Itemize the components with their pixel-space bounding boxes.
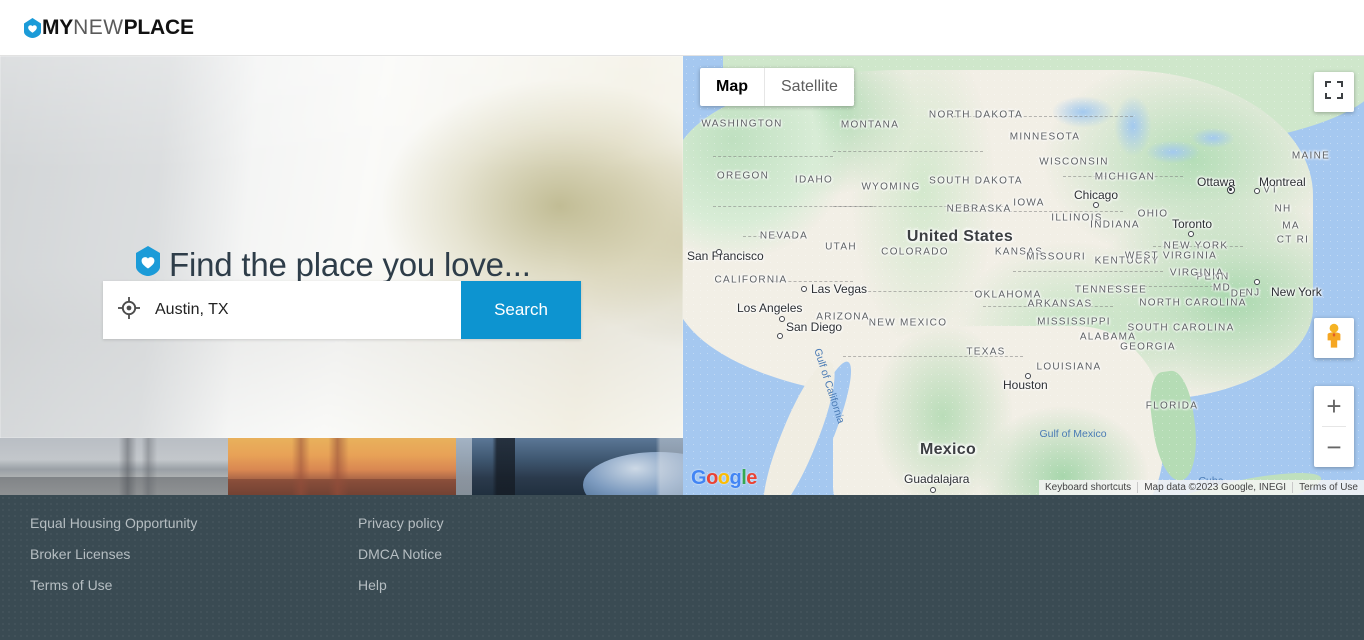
search-field-wrapper[interactable]: [103, 281, 461, 339]
google-map[interactable]: WASHINGTON MONTANA NORTH DAKOTA MINNESOTA OR…: [683, 56, 1364, 495]
google-letter-o1: o: [706, 467, 718, 489]
map-border-segment: [743, 236, 803, 237]
map-border-segment: [1103, 286, 1213, 287]
footer-column-1: Equal Housing Opportunity Broker License…: [30, 515, 197, 608]
fullscreen-icon: [1325, 80, 1343, 104]
site-header: MYNEWPLACE: [0, 0, 1364, 56]
site-footer: Equal Housing Opportunity Broker License…: [0, 495, 1364, 640]
google-letter-g2: g: [729, 467, 742, 489]
map-city-marker: [1188, 231, 1194, 237]
map-border-segment: [953, 211, 1123, 212]
map-border-segment: [1063, 176, 1183, 177]
footer-column-2: Privacy policy DMCA Notice Help: [358, 515, 444, 608]
zoom-in-button[interactable]: +: [1314, 386, 1354, 426]
google-letter-g1: G: [691, 467, 707, 489]
map-border-segment: [713, 156, 833, 157]
map-texture: [683, 56, 1364, 495]
map-city-marker: [1093, 202, 1099, 208]
logo-text-new: NEW: [73, 16, 124, 39]
footer-link-help[interactable]: Help: [358, 577, 444, 593]
logo-text-my: MY: [42, 16, 74, 39]
map-border-segment: [953, 116, 1133, 117]
map-type-satellite[interactable]: Satellite: [764, 68, 854, 106]
city-tile-los-angeles[interactable]: [228, 438, 456, 495]
map-border-segment: [863, 291, 983, 292]
gps-crosshair-icon[interactable]: [118, 296, 140, 324]
map-attribution-bar: Keyboard shortcuts Map data ©2023 Google…: [1039, 480, 1364, 495]
footer-link-terms-of-use[interactable]: Terms of Use: [30, 577, 197, 593]
map-city-marker: [1227, 186, 1235, 194]
hero-title-text: Find the place you love...: [169, 246, 531, 283]
map-border-segment: [1013, 271, 1163, 272]
map-city-marker: [801, 286, 807, 292]
google-letter-e: e: [746, 467, 757, 489]
hero-section: Find the place you love... Search: [0, 56, 683, 438]
map-border-segment: [833, 206, 1003, 207]
google-watermark: Google: [691, 467, 757, 490]
city-tile-chicago[interactable]: [456, 438, 683, 495]
map-city-marker: [1025, 373, 1031, 379]
street-view-pegman-button[interactable]: [1314, 318, 1354, 358]
fullscreen-button[interactable]: [1314, 72, 1354, 112]
street-view-pegman-icon: [1323, 323, 1345, 354]
house-heart-pin-icon: [136, 246, 160, 284]
keyboard-shortcuts-link[interactable]: Keyboard shortcuts: [1039, 482, 1137, 493]
city-thumbnail-strip: [0, 438, 683, 495]
map-city-marker: [779, 316, 785, 322]
map-border-segment: [843, 356, 1023, 357]
footer-link-equal-housing[interactable]: Equal Housing Opportunity: [30, 515, 197, 531]
footer-link-privacy-policy[interactable]: Privacy policy: [358, 515, 444, 531]
map-city-marker: [1254, 279, 1260, 285]
search-button[interactable]: Search: [461, 281, 581, 339]
map-type-map[interactable]: Map: [700, 68, 764, 106]
map-border-segment: [1153, 246, 1243, 247]
house-pin-icon: [24, 17, 41, 38]
map-city-marker: [1254, 188, 1260, 194]
map-border-segment: [773, 281, 853, 282]
zoom-out-button[interactable]: −: [1314, 427, 1354, 467]
map-terms-link[interactable]: Terms of Use: [1293, 482, 1364, 493]
logo-text-place: PLACE: [123, 16, 194, 39]
hero-title: Find the place you love...: [136, 246, 531, 284]
map-data-text: Map data ©2023 Google, INEGI: [1144, 482, 1287, 493]
map-city-marker: [930, 487, 936, 493]
map-city-marker: [777, 333, 783, 339]
footer-link-dmca-notice[interactable]: DMCA Notice: [358, 546, 444, 562]
map-canvas[interactable]: WASHINGTON MONTANA NORTH DAKOTA MINNESOTA OR…: [683, 56, 1364, 495]
map-city-marker: [716, 249, 722, 255]
search-input[interactable]: [155, 301, 461, 319]
site-logo[interactable]: MYNEWPLACE: [24, 17, 194, 38]
city-tile-new-york[interactable]: [0, 438, 228, 495]
map-zoom-controls[interactable]: + −: [1314, 386, 1354, 467]
map-border-segment: [983, 306, 1113, 307]
footer-link-broker-licenses[interactable]: Broker Licenses: [30, 546, 197, 562]
hero-search-bar: Search: [103, 281, 581, 339]
map-border-segment: [833, 151, 983, 152]
google-letter-o2: o: [717, 467, 730, 489]
map-type-switcher[interactable]: Map Satellite: [700, 68, 854, 106]
